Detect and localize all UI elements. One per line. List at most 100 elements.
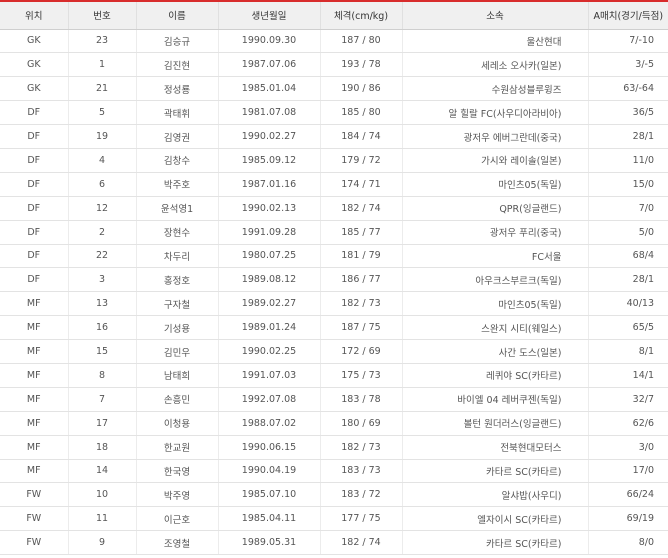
cell-birthdate: 1985.07.10 <box>217 482 320 508</box>
cell-a-match: 63/-64 <box>587 76 668 102</box>
cell-name: 장현수 <box>135 220 218 245</box>
cell-name: 김창수 <box>135 148 218 173</box>
cell-club: 광저우 푸리(중국) <box>401 220 588 245</box>
table-row: MF 13 구자철 1989.02.27 182 / 73 마인츠05(독일) 40/13 <box>0 291 668 317</box>
cell-physique: 182 / 73 <box>319 435 402 460</box>
cell-number: 12 <box>67 196 136 221</box>
table-row: GK 21 정성룡 1985.01.04 190 / 86 수원삼성블루윙즈 63/-64 <box>0 76 668 102</box>
cell-a-match: 5/0 <box>587 220 668 245</box>
cell-a-match: 36/5 <box>587 100 668 126</box>
cell-birthdate: 1990.02.27 <box>217 124 320 149</box>
cell-club: FC서울 <box>401 244 588 269</box>
cell-club: 볼턴 원더러스(잉글랜드) <box>401 411 588 436</box>
cell-a-match: 66/24 <box>587 482 668 508</box>
cell-birthdate: 1989.02.27 <box>217 291 320 317</box>
cell-club: 카타르 SC(카타르) <box>401 459 588 484</box>
cell-club: 마인츠05(독일) <box>401 291 588 317</box>
cell-number: 15 <box>67 339 136 364</box>
cell-position: GK <box>0 76 68 102</box>
cell-club: 아우크스부르크(독일) <box>401 267 588 293</box>
cell-number: 11 <box>67 506 136 532</box>
cell-physique: 183 / 73 <box>319 459 402 484</box>
cell-club: 스완지 시티(웨일스) <box>401 315 588 341</box>
cell-club: 세레소 오사카(일본) <box>401 52 588 78</box>
cell-number: 7 <box>67 387 136 412</box>
table-row: DF 6 박주호 1987.01.16 174 / 71 마인츠05(독일) 15/0 <box>0 172 668 197</box>
cell-number: 10 <box>67 482 136 508</box>
cell-physique: 187 / 80 <box>319 29 402 54</box>
table-row: MF 15 김민우 1990.02.25 172 / 69 사간 도스(일본) 8/1 <box>0 339 668 364</box>
cell-a-match: 40/13 <box>587 291 668 317</box>
cell-position: DF <box>0 244 68 269</box>
table-row: DF 2 장현수 1991.09.28 185 / 77 광저우 푸리(중국) 5/0 <box>0 220 668 245</box>
cell-physique: 186 / 77 <box>319 267 402 293</box>
header-birthdate: 생년월일 <box>217 0 320 30</box>
cell-name: 박주호 <box>135 172 218 197</box>
cell-a-match: 3/-5 <box>587 52 668 78</box>
cell-number: 4 <box>67 148 136 173</box>
cell-number: 9 <box>67 530 136 556</box>
cell-physique: 182 / 74 <box>319 196 402 221</box>
cell-position: DF <box>0 148 68 173</box>
cell-number: 3 <box>67 267 136 293</box>
cell-club: 알샤밥(사우디) <box>401 482 588 508</box>
cell-name: 곽태휘 <box>135 100 218 126</box>
table-row: MF 18 한교원 1990.06.15 182 / 73 전북현대모터스 3/0 <box>0 435 668 460</box>
cell-club: 전북현대모터스 <box>401 435 588 460</box>
cell-name: 홍정호 <box>135 267 218 293</box>
cell-a-match: 7/-10 <box>587 29 668 54</box>
table-row: MF 8 남태희 1991.07.03 175 / 73 레퀴야 SC(카타르) 14/1 <box>0 363 668 388</box>
cell-position: MF <box>0 363 68 388</box>
table-header: 위치 번호 이름 생년월일 체격(cm/kg) 소속 A매치(경기/득점) <box>0 0 668 30</box>
cell-number: 17 <box>67 411 136 436</box>
cell-birthdate: 1990.06.15 <box>217 435 320 460</box>
cell-birthdate: 1990.04.19 <box>217 459 320 484</box>
cell-birthdate: 1991.07.03 <box>217 363 320 388</box>
cell-club: 바이엘 04 레버쿠젠(독일) <box>401 387 588 412</box>
cell-physique: 187 / 75 <box>319 315 402 341</box>
cell-physique: 183 / 72 <box>319 482 402 508</box>
cell-birthdate: 1991.09.28 <box>217 220 320 245</box>
cell-number: 14 <box>67 459 136 484</box>
cell-club: 사간 도스(일본) <box>401 339 588 364</box>
cell-a-match: 17/0 <box>587 459 668 484</box>
cell-name: 김진현 <box>135 52 218 78</box>
cell-a-match: 7/0 <box>587 196 668 221</box>
header-position: 위치 <box>0 0 68 30</box>
table-row: FW 10 박주영 1985.07.10 183 / 72 알샤밥(사우디) 66/24 <box>0 482 668 508</box>
cell-a-match: 8/0 <box>587 530 668 556</box>
header-number: 번호 <box>67 0 136 30</box>
cell-position: MF <box>0 411 68 436</box>
cell-position: DF <box>0 124 68 149</box>
cell-birthdate: 1981.07.08 <box>217 100 320 126</box>
cell-position: MF <box>0 339 68 364</box>
cell-name: 박주영 <box>135 482 218 508</box>
cell-position: GK <box>0 29 68 54</box>
cell-club: 울산현대 <box>401 29 588 54</box>
cell-physique: 181 / 79 <box>319 244 402 269</box>
cell-position: FW <box>0 530 68 556</box>
table-row: MF 16 기성용 1989.01.24 187 / 75 스완지 시티(웨일스) 65/5 <box>0 315 668 341</box>
cell-a-match: 8/1 <box>587 339 668 364</box>
squad-table-container: 위치 번호 이름 생년월일 체격(cm/kg) 소속 A매치(경기/득점) GK… <box>0 0 668 558</box>
cell-a-match: 32/7 <box>587 387 668 412</box>
cell-club: 엘자이시 SC(카타르) <box>401 506 588 532</box>
cell-birthdate: 1989.01.24 <box>217 315 320 341</box>
cell-name: 기성용 <box>135 315 218 341</box>
cell-number: 8 <box>67 363 136 388</box>
cell-name: 김승규 <box>135 29 218 54</box>
cell-number: 19 <box>67 124 136 149</box>
cell-position: MF <box>0 291 68 317</box>
cell-physique: 185 / 80 <box>319 100 402 126</box>
table-row: FW 9 조영철 1989.05.31 182 / 74 카타르 SC(카타르) 8/0 <box>0 530 668 556</box>
cell-club: 수원삼성블루윙즈 <box>401 76 588 102</box>
cell-birthdate: 1992.07.08 <box>217 387 320 412</box>
table-row: FW 11 이근호 1985.04.11 177 / 75 엘자이시 SC(카타르) 69/… <box>0 506 668 532</box>
cell-birthdate: 1990.02.25 <box>217 339 320 364</box>
cell-a-match: 68/4 <box>587 244 668 269</box>
cell-position: DF <box>0 267 68 293</box>
cell-position: FW <box>0 506 68 532</box>
cell-name: 김영권 <box>135 124 218 149</box>
cell-name: 남태희 <box>135 363 218 388</box>
cell-birthdate: 1988.07.02 <box>217 411 320 436</box>
